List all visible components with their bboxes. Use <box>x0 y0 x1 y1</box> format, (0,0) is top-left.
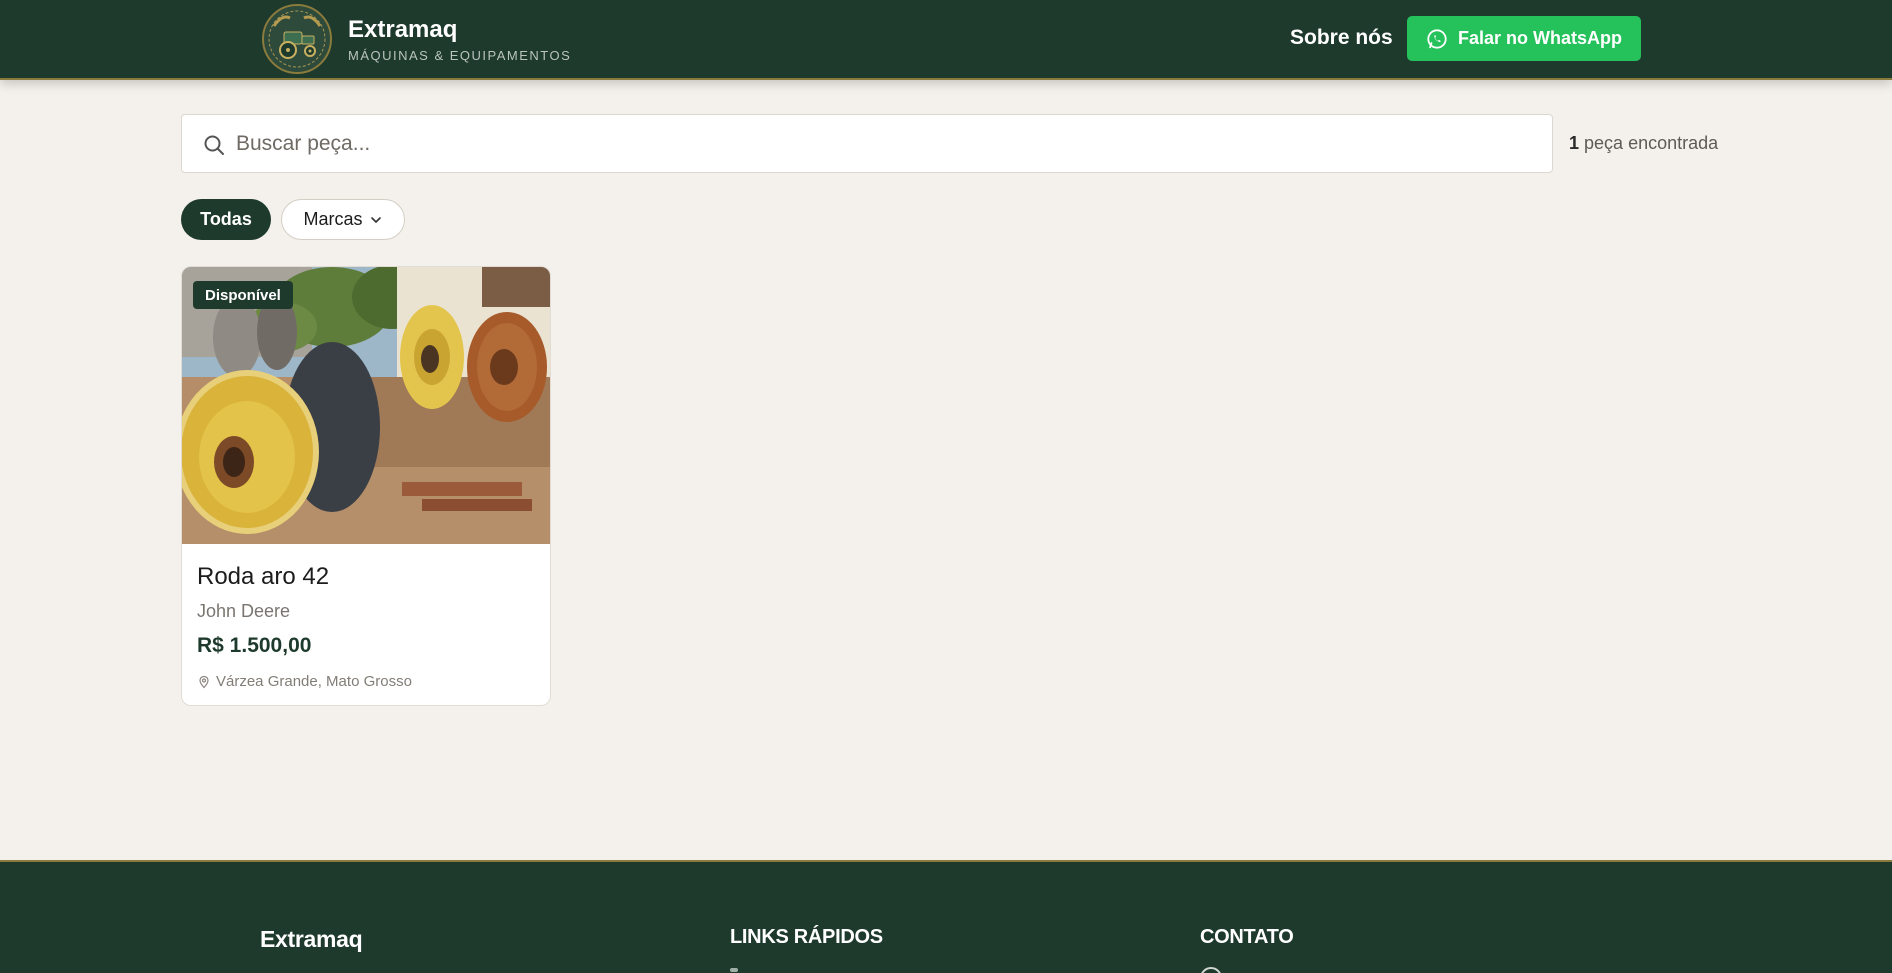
brand-subtitle: MÁQUINAS & EQUIPAMENTOS <box>348 48 572 63</box>
brand-name[interactable]: Extramaq <box>348 16 457 44</box>
site-header: Extramaq MÁQUINAS & EQUIPAMENTOS Sobre n… <box>0 0 1892 80</box>
footer-link-bullet-icon <box>730 968 738 972</box>
footer-contact-icon <box>1200 967 1222 973</box>
brand-logo[interactable] <box>260 2 334 76</box>
chevron-down-icon <box>370 216 381 223</box>
result-count-number: 1 <box>1569 133 1580 153</box>
filter-brands-dropdown[interactable]: Marcas <box>281 199 405 240</box>
footer-contact-heading: CONTATO <box>1200 926 1294 948</box>
product-brand: John Deere <box>197 601 291 621</box>
filter-brands-label: Marcas <box>303 209 363 229</box>
search-icon <box>204 135 224 155</box>
product-card[interactable]: Disponível Roda aro 42 John Deere R$ 1.5… <box>181 266 551 706</box>
product-price: R$ 1.500,00 <box>197 634 312 657</box>
search-box <box>181 114 1553 173</box>
whatsapp-button-label: Falar no WhatsApp <box>1457 28 1622 48</box>
footer-brand: Extramaq <box>260 926 363 952</box>
tractor-logo-icon <box>262 4 332 74</box>
product-location-text: Várzea Grande, Mato Grosso <box>216 673 412 690</box>
product-location: Várzea Grande, Mato Grosso <box>197 673 412 690</box>
search-input[interactable] <box>236 115 1536 172</box>
site-footer: Extramaq LINKS RÁPIDOS CONTATO <box>0 860 1892 973</box>
whatsapp-icon <box>1427 28 1447 49</box>
result-count: 1 peça encontrada <box>1569 133 1718 154</box>
product-title: Roda aro 42 <box>197 563 330 590</box>
filter-all-button[interactable]: Todas <box>181 199 271 240</box>
map-pin-icon <box>199 675 209 688</box>
whatsapp-button[interactable]: Falar no WhatsApp <box>1407 16 1641 61</box>
footer-links-heading: LINKS RÁPIDOS <box>730 926 883 948</box>
about-link[interactable]: Sobre nós <box>1290 26 1393 50</box>
availability-badge: Disponível <box>193 281 293 309</box>
result-count-label: peça encontrada <box>1584 133 1719 153</box>
